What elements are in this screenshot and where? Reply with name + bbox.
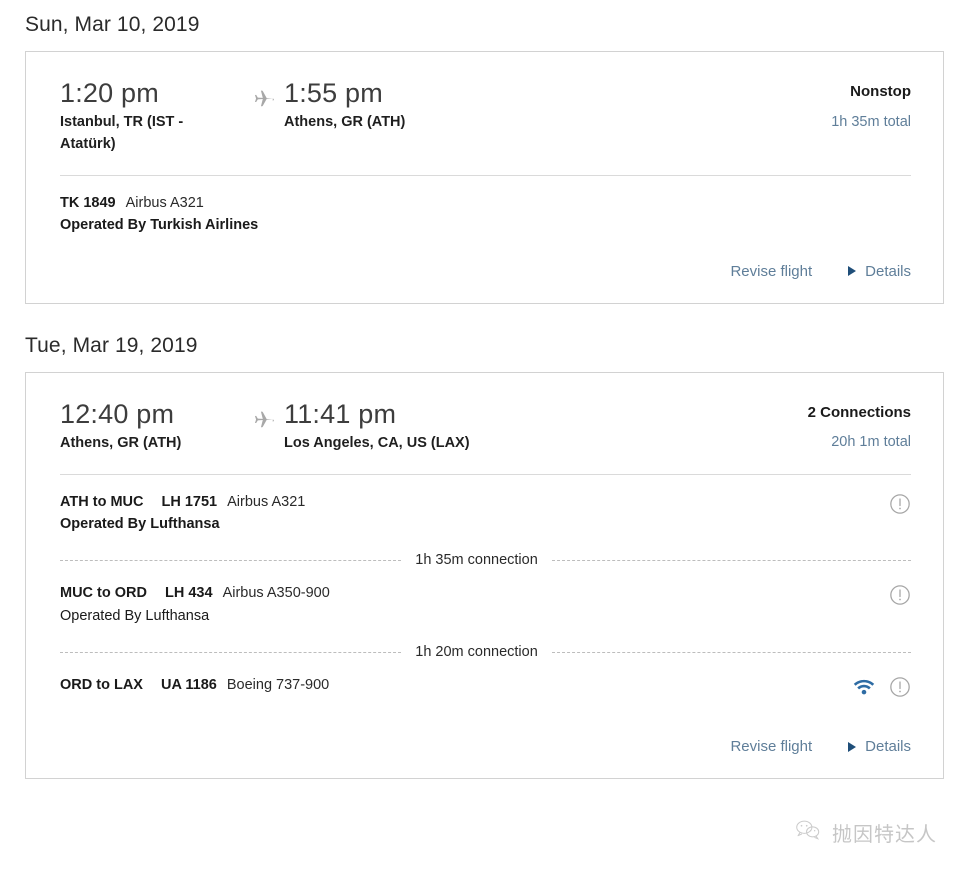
alert-circle-icon[interactable] <box>889 676 911 703</box>
arrival-time: 1:55 pm <box>284 78 383 109</box>
arrival-airport: Athens, GR (ATH) <box>284 114 406 131</box>
total-duration: 1h 35m total <box>831 113 911 130</box>
segment-details: TK 1849 Airbus A321 Operated By Turkish A… <box>60 192 911 238</box>
flight-summary-header: 1:20 pm Istanbul, TR (IST - Atatürk) 1:5… <box>60 52 911 175</box>
stops-badge: Nonstop <box>850 83 911 101</box>
flight-card-footer: Revise flight Details <box>60 242 911 303</box>
alert-circle-icon[interactable] <box>889 584 911 611</box>
watermark-text: 抛因特达人 <box>832 822 937 846</box>
connection-duration: 1h 20m connection <box>415 644 538 661</box>
revise-flight-link[interactable]: Revise flight <box>730 264 812 279</box>
departure-time: 1:20 pm <box>60 78 159 109</box>
connection-duration: 1h 35m connection <box>415 552 538 569</box>
flight-leg: 1:20 pm Istanbul, TR (IST - Atatürk) 1:5… <box>60 78 534 156</box>
arrival-airport: Los Angeles, CA, US (LAX) <box>284 435 470 451</box>
segment-operated-by: Operated By Turkish Airlines <box>60 217 259 234</box>
segment-operated-by: Operated By Lufthansa <box>60 516 220 533</box>
airplane-icon <box>242 78 284 112</box>
departure-time: 12:40 pm <box>60 398 175 429</box>
arrival-endpoint: 1:55 pm Athens, GR (ATH) <box>284 78 534 134</box>
wechat-icon <box>793 818 823 847</box>
flight-card: 12:40 pm Athens, GR (ATH) 11:41 pm Los A… <box>25 371 944 780</box>
segment-equipment: Boeing 737-900 <box>226 677 330 694</box>
arrival-time: 11:41 pm <box>284 398 397 429</box>
segment-primary-line: ATH to MUC LH 1751 Airbus A321 <box>60 491 889 513</box>
segment-row: TK 1849 Airbus A321 Operated By Turkish A… <box>60 192 911 242</box>
chevron-right-icon <box>848 741 857 752</box>
details-link[interactable]: Details <box>848 264 911 279</box>
segment-list: TK 1849 Airbus A321 Operated By Turkish A… <box>60 176 911 242</box>
itinerary-page: Sun, Mar 10, 2019 1:20 pm Istanbul, TR (… <box>0 0 969 879</box>
departure-endpoint: 1:20 pm Istanbul, TR (IST - Atatürk) <box>60 78 242 156</box>
revise-flight-link[interactable]: Revise flight <box>730 739 812 754</box>
segment-route: ORD to LAX <box>60 677 143 694</box>
segment-primary-line: MUC to ORD LH 434 Airbus A350-900 <box>60 582 889 604</box>
departure-airport: Istanbul, TR (IST - Atatürk) <box>60 114 184 153</box>
segment-flight-number: LH 1751 <box>161 493 218 510</box>
arrival-endpoint: 11:41 pm Los Angeles, CA, US (LAX) <box>284 399 534 455</box>
watermark: 抛因特达人 <box>793 818 937 847</box>
flight-card: 1:20 pm Istanbul, TR (IST - Atatürk) 1:5… <box>25 51 944 304</box>
connection-dash-left <box>60 651 402 653</box>
segment-row: ORD to LAX UA 1186 Boeing 737-900 <box>60 674 911 707</box>
airplane-icon <box>242 399 284 433</box>
wifi-icon[interactable] <box>853 678 875 701</box>
segment-details: ORD to LAX UA 1186 Boeing 737-900 <box>60 674 853 696</box>
segment-equipment: Airbus A321 <box>125 194 204 211</box>
segment-icons <box>853 674 911 703</box>
segment-details: MUC to ORD LH 434 Airbus A350-900 Operated… <box>60 582 889 628</box>
segment-equipment: Airbus A350-900 <box>222 585 330 602</box>
segment-primary-line: TK 1849 Airbus A321 <box>60 192 911 214</box>
flight-summary-meta: 2 Connections 20h 1m total <box>808 399 911 452</box>
details-link-label: Details <box>865 262 911 280</box>
segment-details: ATH to MUC LH 1751 Airbus A321 Operated By… <box>60 491 889 537</box>
segment-list: ATH to MUC LH 1751 Airbus A321 Operated By… <box>60 475 911 707</box>
segment-icons <box>889 491 911 520</box>
segment-icons <box>889 582 911 611</box>
connection-dash-right <box>551 559 911 561</box>
segment-equipment: Airbus A321 <box>227 493 306 510</box>
segment-flight-number: LH 434 <box>165 585 213 602</box>
details-link[interactable]: Details <box>848 739 911 754</box>
segment-flight-number: TK 1849 <box>60 194 116 211</box>
stops-badge: 2 Connections <box>807 403 911 421</box>
chevron-right-icon <box>848 266 857 277</box>
alert-circle-icon[interactable] <box>889 493 911 520</box>
segment-route: ATH to MUC <box>60 493 144 510</box>
connection-divider: 1h 20m connection <box>60 644 911 660</box>
connection-dash-right <box>551 651 911 653</box>
flight-summary-header: 12:40 pm Athens, GR (ATH) 11:41 pm Los A… <box>60 373 911 474</box>
flight-date-heading: Sun, Mar 10, 2019 <box>25 13 200 36</box>
segment-route: MUC to ORD <box>60 585 147 602</box>
flight-leg: 12:40 pm Athens, GR (ATH) 11:41 pm Los A… <box>60 399 534 455</box>
connection-divider: 1h 35m connection <box>60 552 911 568</box>
flight-date-heading: Tue, Mar 19, 2019 <box>25 333 198 357</box>
segment-flight-number: UA 1186 <box>160 677 217 694</box>
segment-primary-line: ORD to LAX UA 1186 Boeing 737-900 <box>60 674 853 696</box>
connection-dash-left <box>60 559 402 561</box>
total-duration: 20h 1m total <box>831 434 911 451</box>
details-link-label: Details <box>865 738 911 756</box>
departure-airport: Athens, GR (ATH) <box>60 435 182 451</box>
flight-summary-meta: Nonstop 1h 35m total <box>831 78 911 131</box>
segment-row: MUC to ORD LH 434 Airbus A350-900 Operated… <box>60 582 911 632</box>
flight-card-footer: Revise flight Details <box>60 707 911 778</box>
segment-row: ATH to MUC LH 1751 Airbus A321 Operated By… <box>60 491 911 541</box>
departure-endpoint: 12:40 pm Athens, GR (ATH) <box>60 399 242 455</box>
segment-operated-by: Operated By Lufthansa <box>60 607 210 624</box>
